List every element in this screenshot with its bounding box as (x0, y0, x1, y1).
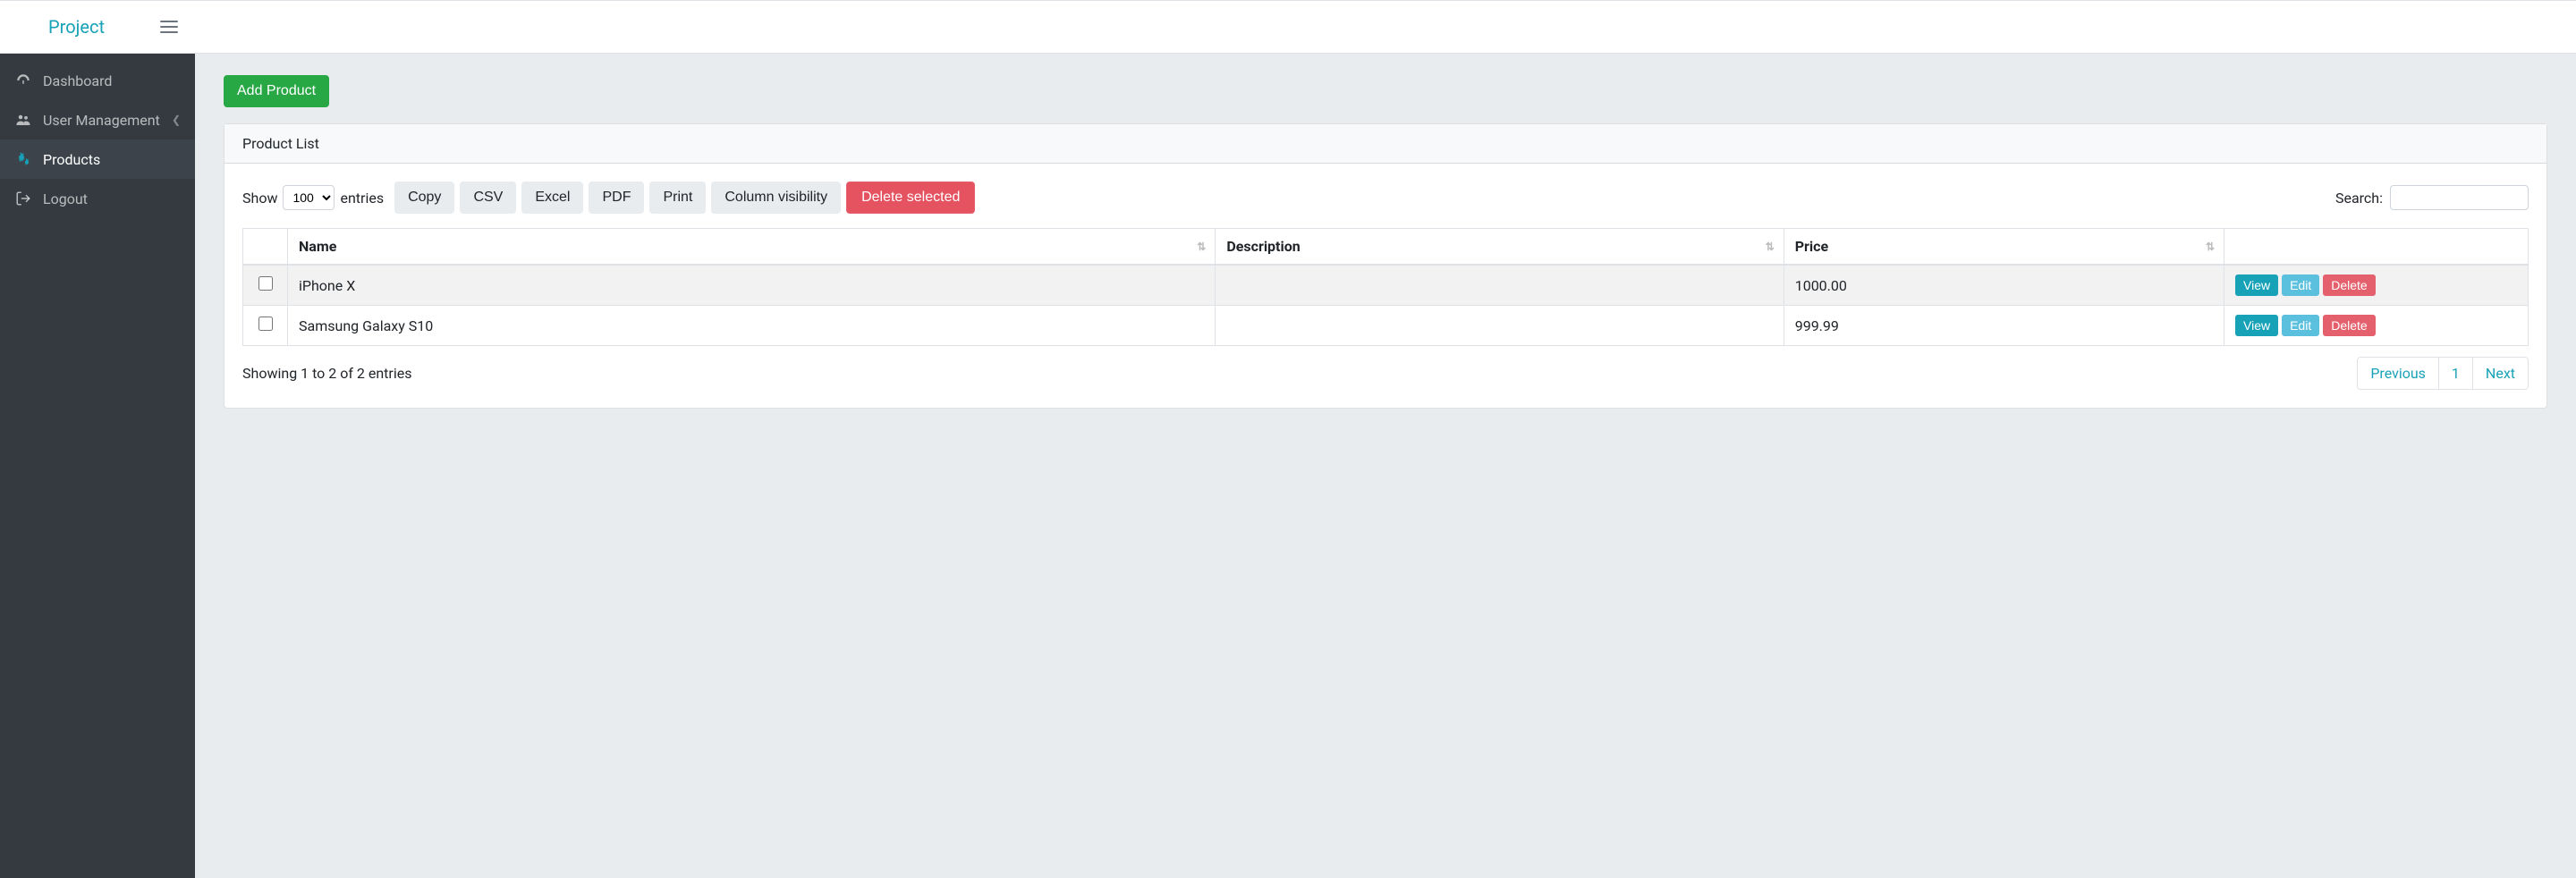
cell-price: 1000.00 (1784, 265, 2224, 306)
cell-description (1216, 265, 1784, 306)
sort-icon: ⇅ (1766, 241, 1775, 253)
search-label: Search: (2335, 190, 2383, 207)
column-header-select[interactable] (243, 229, 288, 266)
products-table: Name ⇅ Description ⇅ Price ⇅ (242, 228, 2529, 346)
edit-button[interactable]: Edit (2282, 315, 2319, 336)
column-header-price[interactable]: Price ⇅ (1784, 229, 2224, 266)
sidebar-item-products[interactable]: Products (0, 139, 195, 179)
product-list-panel: Product List Show 100 entries Copy CSV E… (224, 123, 2547, 409)
table-row: iPhone X 1000.00 View Edit Delete (243, 265, 2529, 306)
topbar: Project (0, 0, 2576, 54)
cell-description (1216, 306, 1784, 346)
cogs-icon (14, 150, 32, 168)
search-control: Search: (2335, 185, 2529, 210)
export-excel-button[interactable]: Excel (521, 182, 583, 214)
pagination-page-1[interactable]: 1 (2438, 358, 2472, 389)
cell-name: Samsung Galaxy S10 (288, 306, 1216, 346)
sidebar-item-label: Dashboard (43, 72, 181, 89)
column-header-name[interactable]: Name ⇅ (288, 229, 1216, 266)
delete-selected-button[interactable]: Delete selected (846, 182, 975, 214)
menu-toggle[interactable] (158, 16, 180, 38)
row-select-checkbox[interactable] (258, 317, 273, 331)
users-icon (14, 111, 32, 129)
search-input[interactable] (2390, 185, 2529, 210)
edit-button[interactable]: Edit (2282, 274, 2319, 296)
length-control: Show 100 entries (242, 185, 384, 210)
table-toolbar: Show 100 entries Copy CSV Excel PDF Prin… (242, 182, 2529, 214)
sidebar-item-user-management[interactable]: User Management ❮ (0, 100, 195, 139)
column-label: Name (299, 238, 336, 255)
pagination-next[interactable]: Next (2472, 358, 2528, 389)
view-button[interactable]: View (2235, 274, 2278, 296)
table-footer: Showing 1 to 2 of 2 entries Previous 1 N… (242, 357, 2529, 390)
cell-name: iPhone X (288, 265, 1216, 306)
delete-button[interactable]: Delete (2323, 315, 2375, 336)
sidebar-item-label: Products (43, 151, 181, 168)
length-select[interactable]: 100 (283, 185, 335, 210)
sidebar: Dashboard User Management ❮ Products Log… (0, 54, 195, 878)
sort-icon: ⇅ (1197, 241, 1206, 253)
show-label: Show (242, 190, 277, 207)
delete-button[interactable]: Delete (2323, 274, 2375, 296)
table-row: Samsung Galaxy S10 999.99 View Edit Dele… (243, 306, 2529, 346)
column-label: Description (1226, 238, 1300, 255)
main-content: Add Product Product List Show 100 entrie… (195, 54, 2576, 878)
export-copy-button[interactable]: Copy (394, 182, 454, 214)
pagination: Previous 1 Next (2357, 357, 2529, 390)
cell-price: 999.99 (1784, 306, 2224, 346)
add-product-button[interactable]: Add Product (224, 75, 329, 107)
panel-title: Product List (225, 124, 2546, 164)
column-header-actions (2224, 229, 2529, 266)
brand-link[interactable]: Project (48, 16, 105, 38)
logout-icon (14, 190, 32, 207)
chevron-left-icon: ❮ (172, 114, 181, 126)
pagination-previous[interactable]: Previous (2358, 358, 2438, 389)
hamburger-icon (158, 16, 180, 38)
table-info: Showing 1 to 2 of 2 entries (242, 365, 411, 382)
column-label: Price (1795, 238, 1828, 255)
sidebar-item-logout[interactable]: Logout (0, 179, 195, 218)
sidebar-item-label: User Management (43, 112, 172, 129)
entries-label: entries (340, 190, 384, 207)
column-header-description[interactable]: Description ⇅ (1216, 229, 1784, 266)
export-csv-button[interactable]: CSV (460, 182, 516, 214)
sort-icon: ⇅ (2206, 241, 2215, 253)
sidebar-item-dashboard[interactable]: Dashboard (0, 61, 195, 100)
export-pdf-button[interactable]: PDF (589, 182, 644, 214)
export-print-button[interactable]: Print (649, 182, 706, 214)
row-select-checkbox[interactable] (258, 276, 273, 291)
sidebar-item-label: Logout (43, 190, 181, 207)
dashboard-icon (14, 72, 32, 89)
view-button[interactable]: View (2235, 315, 2278, 336)
column-visibility-button[interactable]: Column visibility (711, 182, 841, 214)
